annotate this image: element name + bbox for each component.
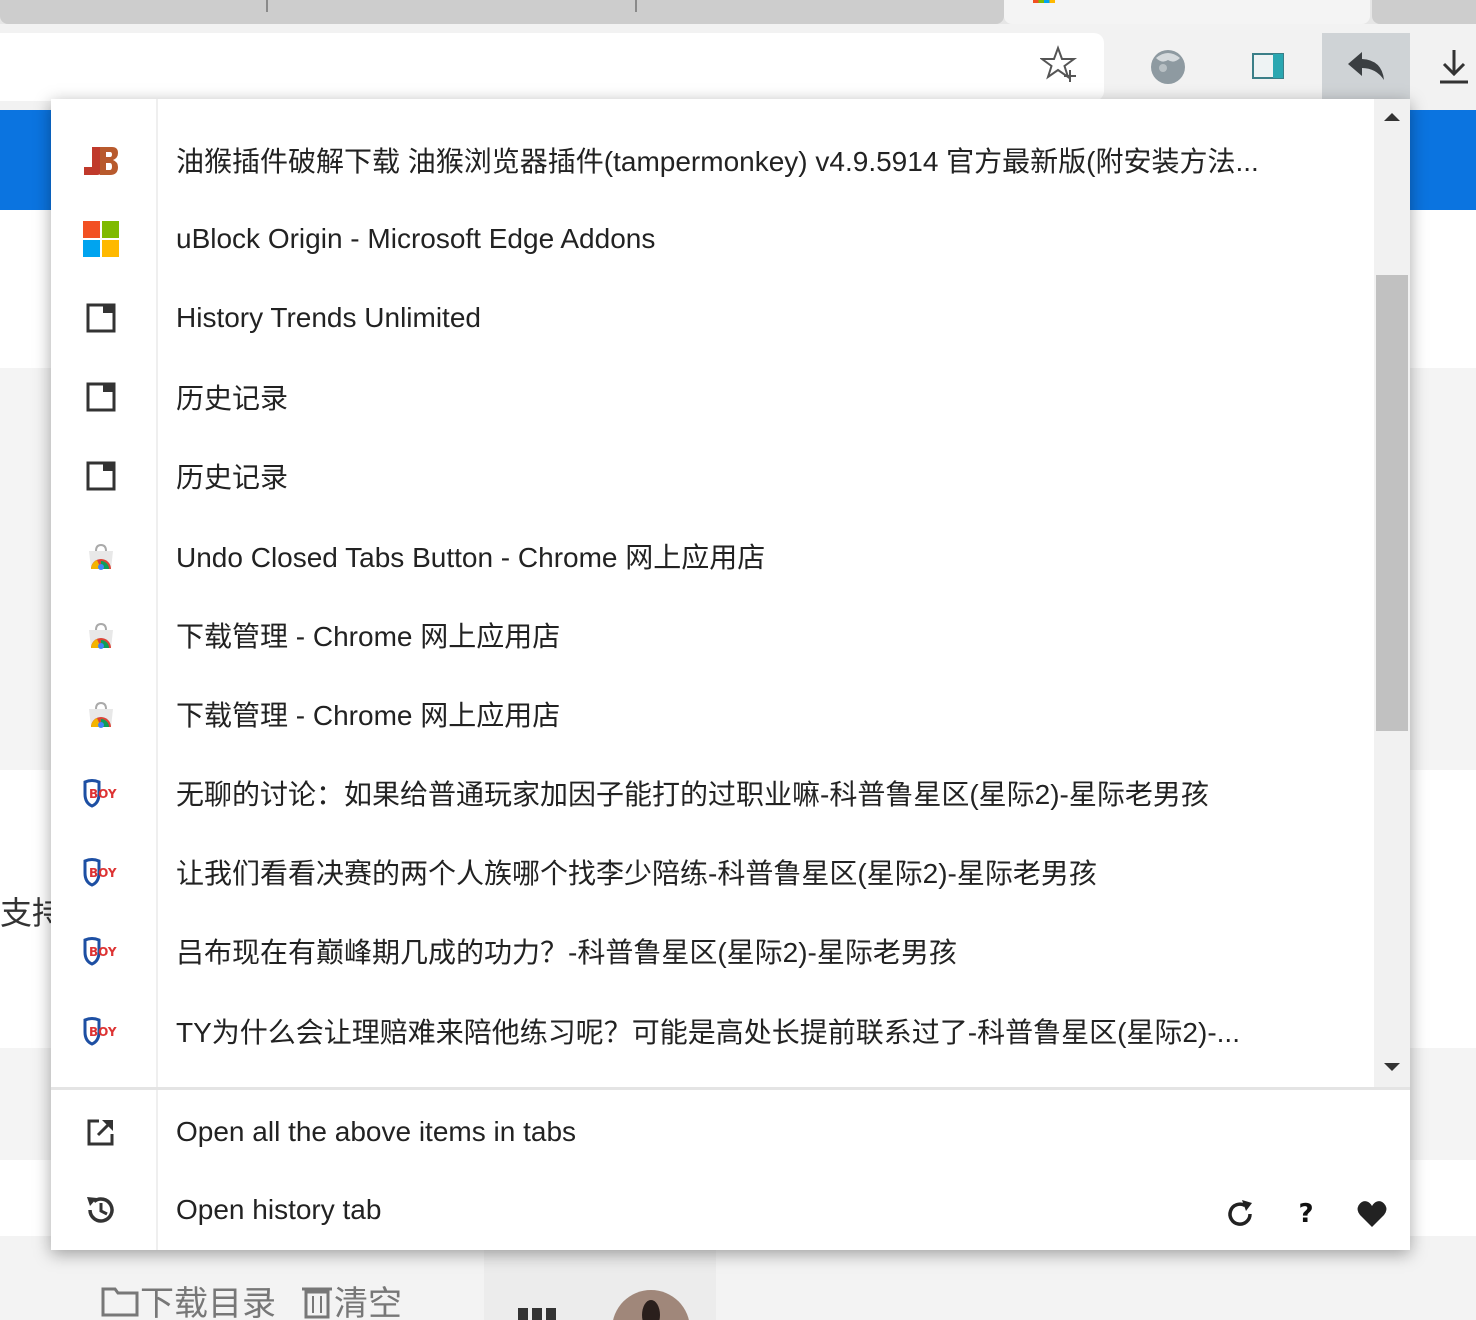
page-icon (81, 298, 121, 338)
extension-ball-icon (1151, 50, 1185, 84)
list-item[interactable]: 历史记录 (51, 437, 1374, 516)
tab-strip (0, 0, 1476, 24)
tab-favicon-icon (1033, 0, 1055, 3)
svg-text:BOY: BOY (89, 866, 117, 880)
list-item[interactable]: History Trends Unlimited (51, 278, 1374, 357)
list-item-label: 油猴插件破解下载 油猴浏览器插件(tampermonkey) v4.9.5914… (176, 145, 1259, 177)
tab-separator (635, 0, 637, 12)
list-item-label: 历史记录 (176, 462, 289, 494)
help-icon: ? (1298, 1199, 1314, 1229)
svg-text:BOY: BOY (89, 1025, 117, 1039)
footer-actions: ? (1222, 1196, 1390, 1232)
star-icon[interactable] (1040, 44, 1080, 84)
folder-icon (100, 1283, 140, 1320)
svg-text:BOY: BOY (89, 787, 117, 801)
list-item-label: uBlock Origin - Microsoft Edge Addons (176, 222, 656, 254)
heart-icon (1357, 1201, 1387, 1227)
extension-panel-icon (1252, 53, 1284, 79)
open-all-in-tabs-button[interactable]: Open all the above items in tabs (51, 1092, 1410, 1172)
undo-closed-tabs-icon (1348, 52, 1384, 80)
chrome-webstore-icon (81, 536, 121, 576)
chrome-webstore-icon (81, 694, 121, 734)
tab-separator (266, 0, 268, 12)
list-item[interactable]: 历史记录 (51, 358, 1374, 437)
list-item-label: 吕布现在有巅峰期几成的功力？-科普鲁星区(星际2)-星际老男孩 (176, 937, 957, 969)
open-external-icon (81, 1112, 121, 1152)
page-header-band (1400, 110, 1476, 210)
chrome-webstore-icon (81, 615, 121, 655)
list-item[interactable]: uBlock Origin - Microsoft Edge Addons (51, 199, 1374, 278)
list-item-label: 无聊的讨论：如果给普通玩家加因子能打的过职业嘛-科普鲁星区(星际2)-星际老男孩 (176, 779, 1209, 811)
site-3d-icon (81, 140, 121, 180)
browser-tab-group[interactable] (0, 0, 1004, 24)
page-bottom-actions: 下载目录 清空 (100, 1276, 402, 1320)
list-item-label: History Trends Unlimited (176, 301, 481, 333)
download-button[interactable] (1432, 33, 1476, 99)
more-dots-icon[interactable] (518, 1308, 560, 1320)
list-item-label: TY为什么会让理赔难来陪他练习呢？可能是高处长提前联系过了-科普鲁星区(星际2)… (176, 1016, 1240, 1048)
heart-button[interactable] (1354, 1196, 1390, 1232)
download-dir-label: 下载目录 (140, 1284, 276, 1320)
page-icon (81, 456, 121, 496)
boy-shield-icon: BOY (81, 773, 121, 813)
boy-shield-icon: BOY (81, 852, 121, 892)
boy-shield-icon: BOY (81, 931, 121, 971)
extension-panel-button[interactable] (1236, 33, 1300, 99)
refresh-button[interactable] (1222, 1196, 1258, 1232)
list-item-label: 下载管理 - Chrome 网上应用店 (176, 620, 561, 652)
list-item[interactable]: BOY TY为什么会让理赔难来陪他练习呢？可能是高处长提前联系过了-科普鲁星区(… (51, 991, 1374, 1070)
list-item[interactable]: Undo Closed Tabs Button - Chrome 网上应用店 (51, 516, 1374, 595)
list-item-label: Undo Closed Tabs Button - Chrome 网上应用店 (176, 541, 766, 573)
list-item[interactable]: 油猴插件破解下载 油猴浏览器插件(tampermonkey) v4.9.5914… (51, 120, 1374, 199)
refresh-icon (1228, 1200, 1252, 1226)
trash-icon (300, 1283, 334, 1320)
closed-tabs-list: 油猴插件破解下载 油猴浏览器插件(tampermonkey) v4.9.5914… (51, 120, 1374, 1070)
clear-button[interactable]: 清空 (300, 1276, 402, 1320)
boy-shield-icon: BOY (81, 1011, 121, 1051)
list-item[interactable]: BOY 让我们看看决赛的两个人族哪个找李少陪练-科普鲁星区(星际2)-星际老男孩 (51, 833, 1374, 912)
microsoft-logo-icon (81, 219, 121, 259)
history-icon (81, 1190, 121, 1230)
help-button[interactable]: ? (1288, 1196, 1324, 1232)
scroll-up-arrow-icon[interactable] (1374, 111, 1410, 125)
list-item[interactable]: 下载管理 - Chrome 网上应用店 (51, 674, 1374, 753)
undo-closed-tabs-button[interactable] (1322, 33, 1410, 99)
page-icon (81, 377, 121, 417)
list-item-label: 下载管理 - Chrome 网上应用店 (176, 699, 561, 731)
list-item[interactable]: BOY 无聊的讨论：如果给普通玩家加因子能打的过职业嘛-科普鲁星区(星际2)-星… (51, 754, 1374, 833)
open-history-label: Open history tab (176, 1194, 382, 1225)
open-all-label: Open all the above items in tabs (176, 1116, 577, 1147)
open-history-tab-button[interactable]: Open history tab (51, 1170, 1410, 1250)
download-dir-button[interactable]: 下载目录 (100, 1276, 276, 1320)
closed-tabs-popup: 油猴插件破解下载 油猴浏览器插件(tampermonkey) v4.9.5914… (51, 99, 1410, 1250)
footer-divider (51, 1087, 1410, 1090)
list-item-label: 让我们看看决赛的两个人族哪个找李少陪练-科普鲁星区(星际2)-星际老男孩 (176, 858, 1097, 890)
svg-text:BOY: BOY (89, 945, 117, 959)
address-bar[interactable] (0, 33, 1104, 101)
list-item[interactable]: BOY 吕布现在有巅峰期几成的功力？-科普鲁星区(星际2)-星际老男孩 (51, 912, 1374, 991)
list-item-label: 历史记录 (176, 383, 289, 415)
scrollbar[interactable] (1374, 99, 1410, 1087)
clear-label: 清空 (334, 1284, 402, 1320)
list-item[interactable]: 下载管理 - Chrome 网上应用店 (51, 595, 1374, 674)
browser-tab[interactable] (1372, 0, 1476, 24)
download-icon (1440, 50, 1468, 84)
scroll-down-arrow-icon[interactable] (1374, 1061, 1410, 1075)
scrollbar-thumb[interactable] (1376, 275, 1408, 731)
extension-ball-button[interactable] (1136, 33, 1200, 99)
browser-tab-active[interactable] (1004, 0, 1370, 24)
